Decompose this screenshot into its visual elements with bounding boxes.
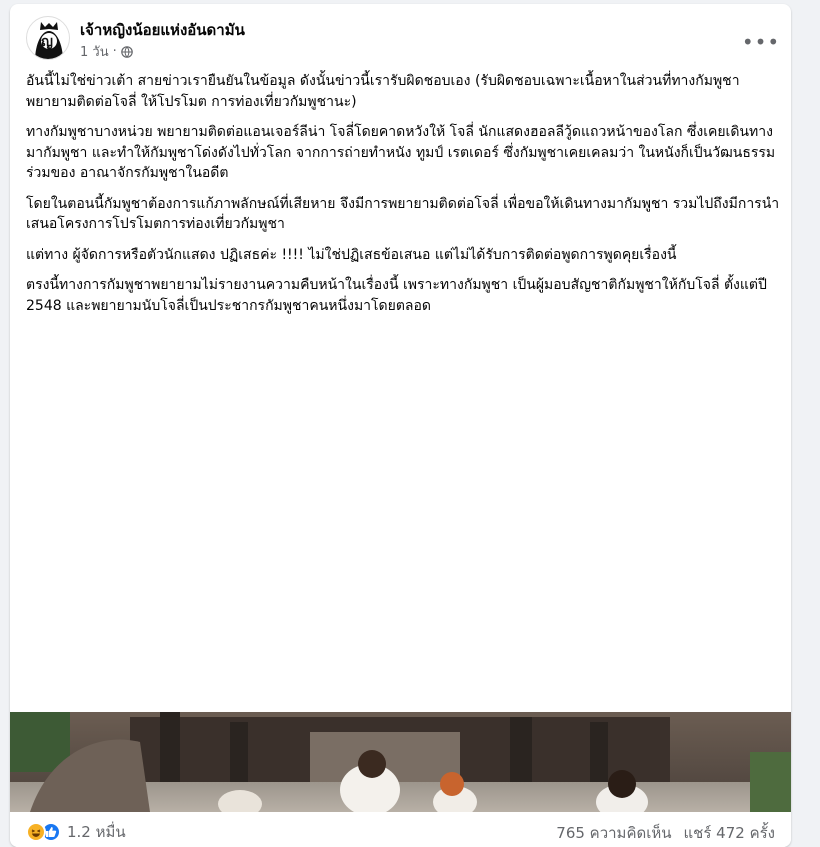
engagement-counts: 765 ความคิดเห็น แชร์ 472 ครั้ง (556, 821, 775, 845)
post-paragraph-3: โดยในตอนนี้กัมพูชาต้องการแก้ภาพลักษณ์ที่… (26, 195, 780, 233)
post-body: อันนี้ไม่ใช่ข่าวเต้า สายข่าวเรายืนยันในข… (26, 71, 786, 326)
author-name[interactable]: เจ้าหญิงน้อยแห่งอันดามัน (80, 18, 245, 42)
post-paragraph-1: อันนี้ไม่ใช่ข่าวเต้า สายข่าวเรายืนยันในข… (26, 73, 740, 110)
post-photo[interactable] (10, 712, 791, 812)
post-paragraph-2: ทางกัมพูชาบางหน่วย พยายามติดต่อแอนเจอร์ล… (26, 124, 776, 181)
post-header: ญ เจ้าหญิงน้อยแห่งอันดามัน 1 วัน · ••• (10, 4, 791, 66)
post-paragraph-5: ตรงนี้ทางการกัมพูชาพยายามไม่รายงานความคื… (26, 277, 767, 314)
haha-reaction-icon (26, 822, 46, 842)
reaction-summary[interactable]: 1.2 หมื่น (26, 820, 126, 844)
comment-count[interactable]: 765 ความคิดเห็น (556, 821, 671, 845)
avatar-initials: ญ (41, 34, 53, 50)
reaction-count[interactable]: 1.2 หมื่น (67, 820, 126, 844)
post-footer: 1.2 หมื่น 765 ความคิดเห็น แชร์ 472 ครั้ง (10, 812, 791, 847)
share-count[interactable]: แชร์ 472 ครั้ง (684, 821, 776, 845)
post-card: ญ เจ้าหญิงน้อยแห่งอันดามัน 1 วัน · ••• อ… (10, 4, 791, 847)
avatar[interactable]: ญ (26, 16, 70, 60)
post-paragraph-4: แต่ทาง ผู้จัดการหรือตัวนักแสดง ปฏิเสธค่ะ… (26, 246, 677, 263)
post-time[interactable]: 1 วัน (80, 41, 109, 62)
post-meta: 1 วัน · (80, 41, 133, 62)
meta-separator: · (112, 44, 117, 59)
more-options-icon[interactable]: ••• (742, 24, 779, 60)
globe-icon (120, 45, 133, 58)
